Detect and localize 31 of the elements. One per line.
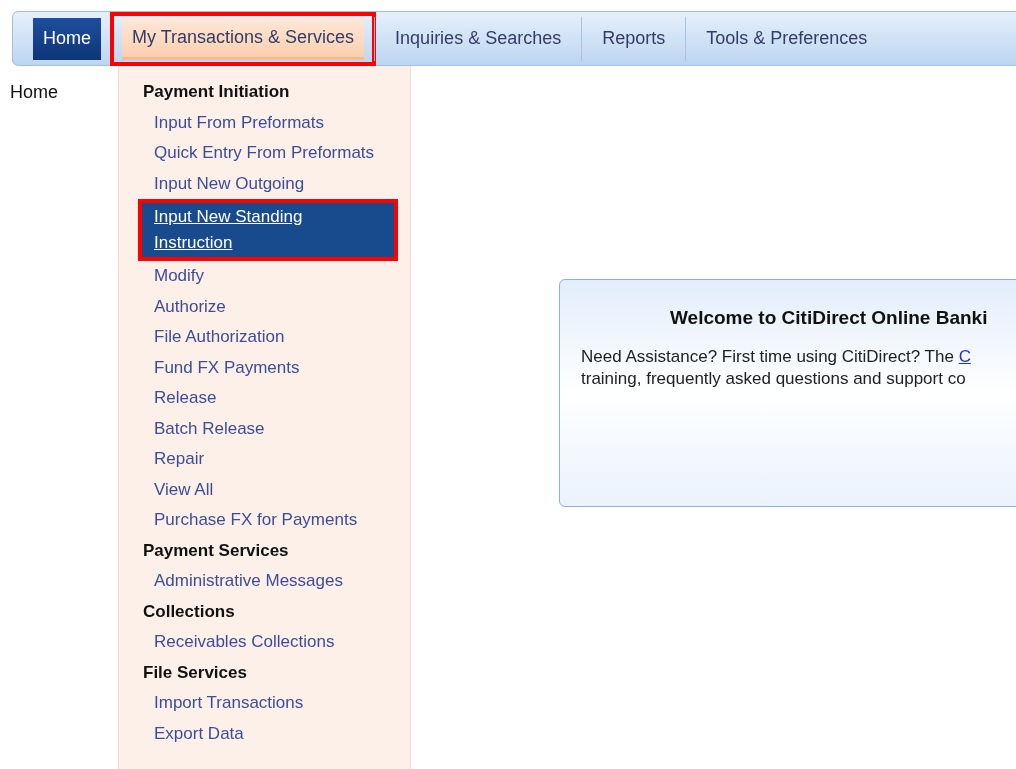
menu-item[interactable]: Input New Outgoing	[119, 168, 410, 199]
menu-item[interactable]: Import Transactions	[119, 688, 410, 719]
menu-heading: File Services	[142, 661, 248, 684]
menu-item[interactable]: Release	[119, 383, 410, 414]
nav-tab[interactable]: Inquiries & Searches	[385, 17, 572, 60]
menu-item[interactable]: Export Data	[119, 718, 410, 749]
breadcrumb: Home	[10, 81, 59, 101]
nav-tab[interactable]: Tools & Preferences	[696, 17, 878, 60]
menu-item[interactable]: Modify	[119, 261, 410, 292]
menu-item[interactable]: Batch Release	[119, 413, 410, 444]
menu-heading: Collections	[142, 600, 236, 623]
menu-heading: Payment Services	[142, 539, 290, 562]
menu-heading: Payment Initiation	[142, 81, 291, 103]
menu-item[interactable]: Purchase FX for Payments	[119, 505, 410, 536]
menu-item[interactable]: Administrative Messages	[119, 566, 410, 597]
menu-item[interactable]: Receivables Collections	[119, 627, 410, 658]
menu-item[interactable]: Fund FX Payments	[119, 352, 410, 383]
welcome-title: Welcome to CitiDirect Online Banki	[670, 306, 989, 330]
nav-tab[interactable]: Home	[33, 17, 101, 60]
menu-item[interactable]: Authorize	[119, 291, 410, 322]
menu-item[interactable]: Quick Entry From Preformats	[119, 138, 410, 169]
menu-item[interactable]: View All	[119, 474, 410, 505]
menu-item[interactable]: Input New Standing Instruction	[142, 203, 394, 257]
welcome-text: training, frequently asked questions and support co	[581, 367, 967, 390]
menu-item[interactable]: Input From Preformats	[119, 107, 410, 138]
nav-tab[interactable]: My Transactions & Services	[122, 17, 365, 60]
link[interactable]: C	[958, 346, 971, 366]
nav-tab[interactable]: Reports	[592, 17, 676, 60]
menu-item[interactable]: Repair	[119, 444, 410, 475]
menu-item[interactable]: File Authorization	[119, 322, 410, 353]
welcome-text: Need Assistance? First time using CitiDirect? The C	[581, 345, 972, 368]
